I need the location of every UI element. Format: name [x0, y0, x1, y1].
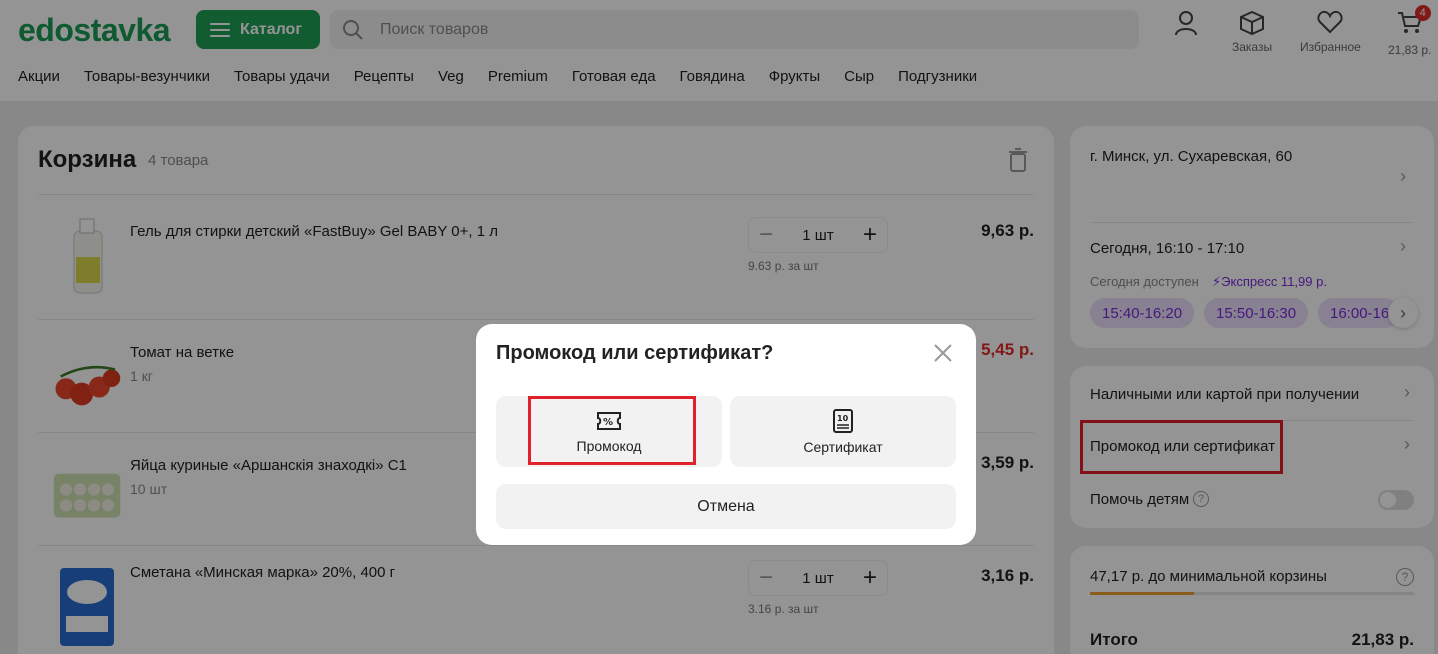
certificate-label: Сертификат — [803, 438, 883, 455]
cancel-button[interactable]: Отмена — [496, 484, 956, 529]
svg-text:10: 10 — [837, 414, 849, 423]
certificate-icon: 10 — [833, 408, 853, 433]
close-icon[interactable] — [932, 342, 954, 364]
certificate-option[interactable]: 10 Сертификат — [730, 396, 956, 467]
promo-option-highlight — [528, 396, 696, 465]
dialog-title: Промокод или сертификат? — [496, 342, 774, 364]
promo-dialog: Промокод или сертификат? % Промокод 10 С… — [476, 324, 976, 545]
